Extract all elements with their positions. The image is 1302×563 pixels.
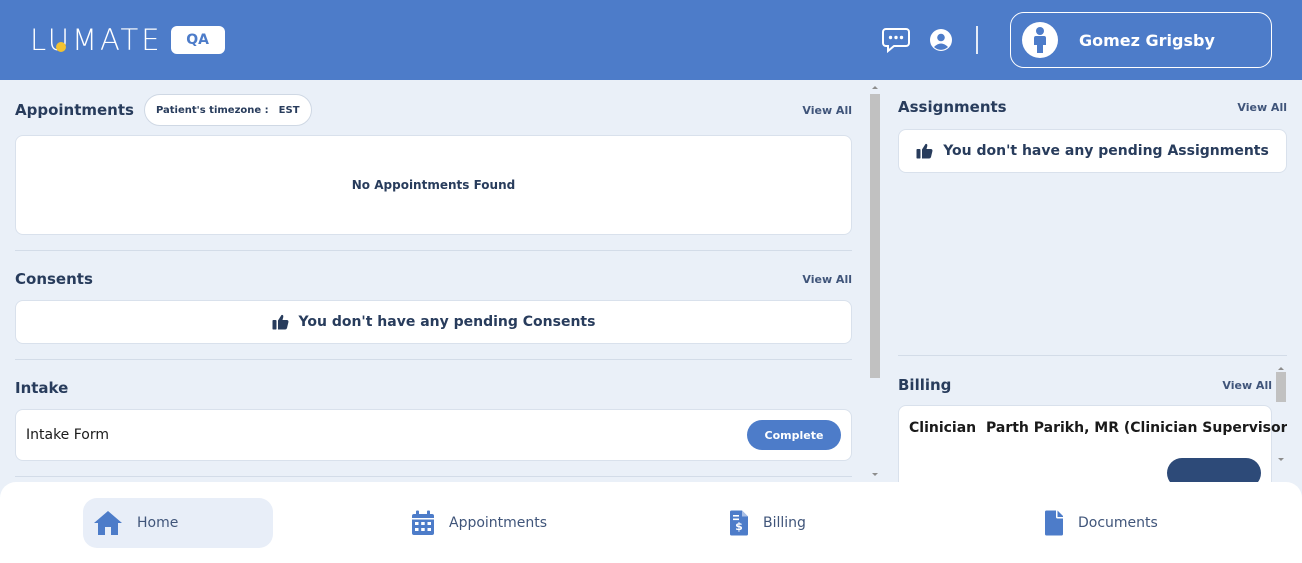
- consents-card: You don't have any pending Consents: [15, 300, 852, 344]
- header-divider: [976, 26, 978, 54]
- billing-view-all-link[interactable]: View All: [1222, 379, 1272, 392]
- scrollbar-thumb[interactable]: [870, 94, 880, 378]
- nav-label-home: Home: [137, 515, 179, 531]
- billing-clinician-label: Clinician: [909, 420, 977, 436]
- assignments-header: Assignments View All: [898, 96, 1287, 118]
- assignments-empty-message: You don't have any pending Assignments: [943, 143, 1269, 159]
- app-header: LUMATE QA Gomez Grigsby: [0, 0, 1302, 80]
- timezone-label: Patient's timezone :: [155, 104, 269, 116]
- invoice-dollar-icon: $: [730, 510, 748, 536]
- dashboard-left-panel: Appointments Patient's timezone : EST Vi…: [0, 80, 868, 482]
- bottom-navigation: Home Appointments $ Billing Documents: [0, 482, 1302, 563]
- nav-item-billing[interactable]: $ Billing: [729, 498, 889, 548]
- nav-item-appointments[interactable]: Appointments: [411, 498, 611, 548]
- appointments-view-all-link[interactable]: View All: [802, 104, 852, 117]
- nav-label-billing: Billing: [763, 515, 806, 531]
- profile-name: Gomez Grigsby: [1079, 30, 1215, 50]
- nav-item-home[interactable]: Home: [83, 498, 273, 548]
- billing-section: Billing View All Clinician Parth Parikh,…: [898, 364, 1287, 482]
- person-icon: [1034, 27, 1046, 53]
- appointments-card: No Appointments Found: [15, 135, 852, 235]
- consents-header: Consents View All: [15, 268, 852, 290]
- chat-icon[interactable]: [882, 27, 910, 53]
- nav-label-appointments: Appointments: [449, 515, 548, 531]
- billing-header: Billing View All: [898, 374, 1272, 396]
- assignments-title: Assignments: [898, 98, 1007, 116]
- consents-title: Consents: [15, 270, 93, 288]
- billing-action-button[interactable]: [1167, 458, 1261, 482]
- thumbs-up-icon: [272, 314, 288, 330]
- section-divider: [898, 355, 1287, 356]
- scroll-down-arrow-icon[interactable]: [868, 470, 882, 480]
- appointments-header: Appointments Patient's timezone : EST Vi…: [15, 94, 852, 126]
- left-panel-scrollbar[interactable]: [868, 82, 882, 480]
- logo-dot: [56, 42, 66, 52]
- scroll-down-arrow-icon[interactable]: [1275, 456, 1287, 464]
- nav-label-documents: Documents: [1078, 515, 1158, 531]
- intake-form-row: Intake Form Complete: [15, 409, 852, 461]
- document-icon: [1045, 510, 1063, 536]
- billing-card: Clinician Parth Parikh, MR (Clinician Su…: [898, 405, 1287, 482]
- scroll-up-arrow-icon[interactable]: [868, 82, 882, 92]
- nav-item-documents[interactable]: Documents: [1044, 498, 1224, 548]
- assignments-view-all-link[interactable]: View All: [1237, 101, 1287, 114]
- thumbs-up-icon: [916, 143, 933, 159]
- appointments-title: Appointments: [15, 101, 134, 119]
- profile-menu-button[interactable]: Gomez Grigsby: [1010, 12, 1272, 68]
- scroll-up-arrow-icon[interactable]: [1275, 364, 1287, 372]
- section-divider: [15, 359, 852, 360]
- environment-badge: QA: [170, 26, 225, 54]
- complete-intake-button[interactable]: Complete: [747, 420, 841, 450]
- intake-title: Intake: [15, 379, 69, 397]
- logo-text: LUMATE: [30, 23, 163, 57]
- appointments-empty-message: No Appointments Found: [351, 178, 516, 192]
- dashboard-right-panel: Assignments View All You don't have any …: [884, 80, 1302, 482]
- user-circle-icon[interactable]: [929, 28, 953, 52]
- intake-header: Intake: [15, 377, 852, 399]
- timezone-value: EST: [278, 104, 300, 116]
- billing-clinician-value: Parth Parikh, MR (Clinician Supervisor): [986, 420, 1287, 436]
- svg-text:$: $: [735, 520, 743, 533]
- app-logo[interactable]: LUMATE QA: [30, 23, 225, 57]
- assignments-card: You don't have any pending Assignments: [898, 129, 1287, 173]
- scrollbar-thumb[interactable]: [1276, 372, 1286, 402]
- intake-form-name: Intake Form: [26, 427, 110, 443]
- billing-title: Billing: [898, 376, 952, 394]
- section-divider: [15, 250, 852, 251]
- home-icon: [94, 511, 122, 535]
- avatar: [1022, 22, 1058, 58]
- timezone-pill: Patient's timezone : EST: [143, 94, 312, 126]
- consents-view-all-link[interactable]: View All: [802, 273, 852, 286]
- calendar-icon: [412, 510, 434, 535]
- consents-empty-message: You don't have any pending Consents: [298, 314, 596, 330]
- section-divider: [15, 476, 852, 477]
- billing-scrollbar[interactable]: [1275, 364, 1287, 468]
